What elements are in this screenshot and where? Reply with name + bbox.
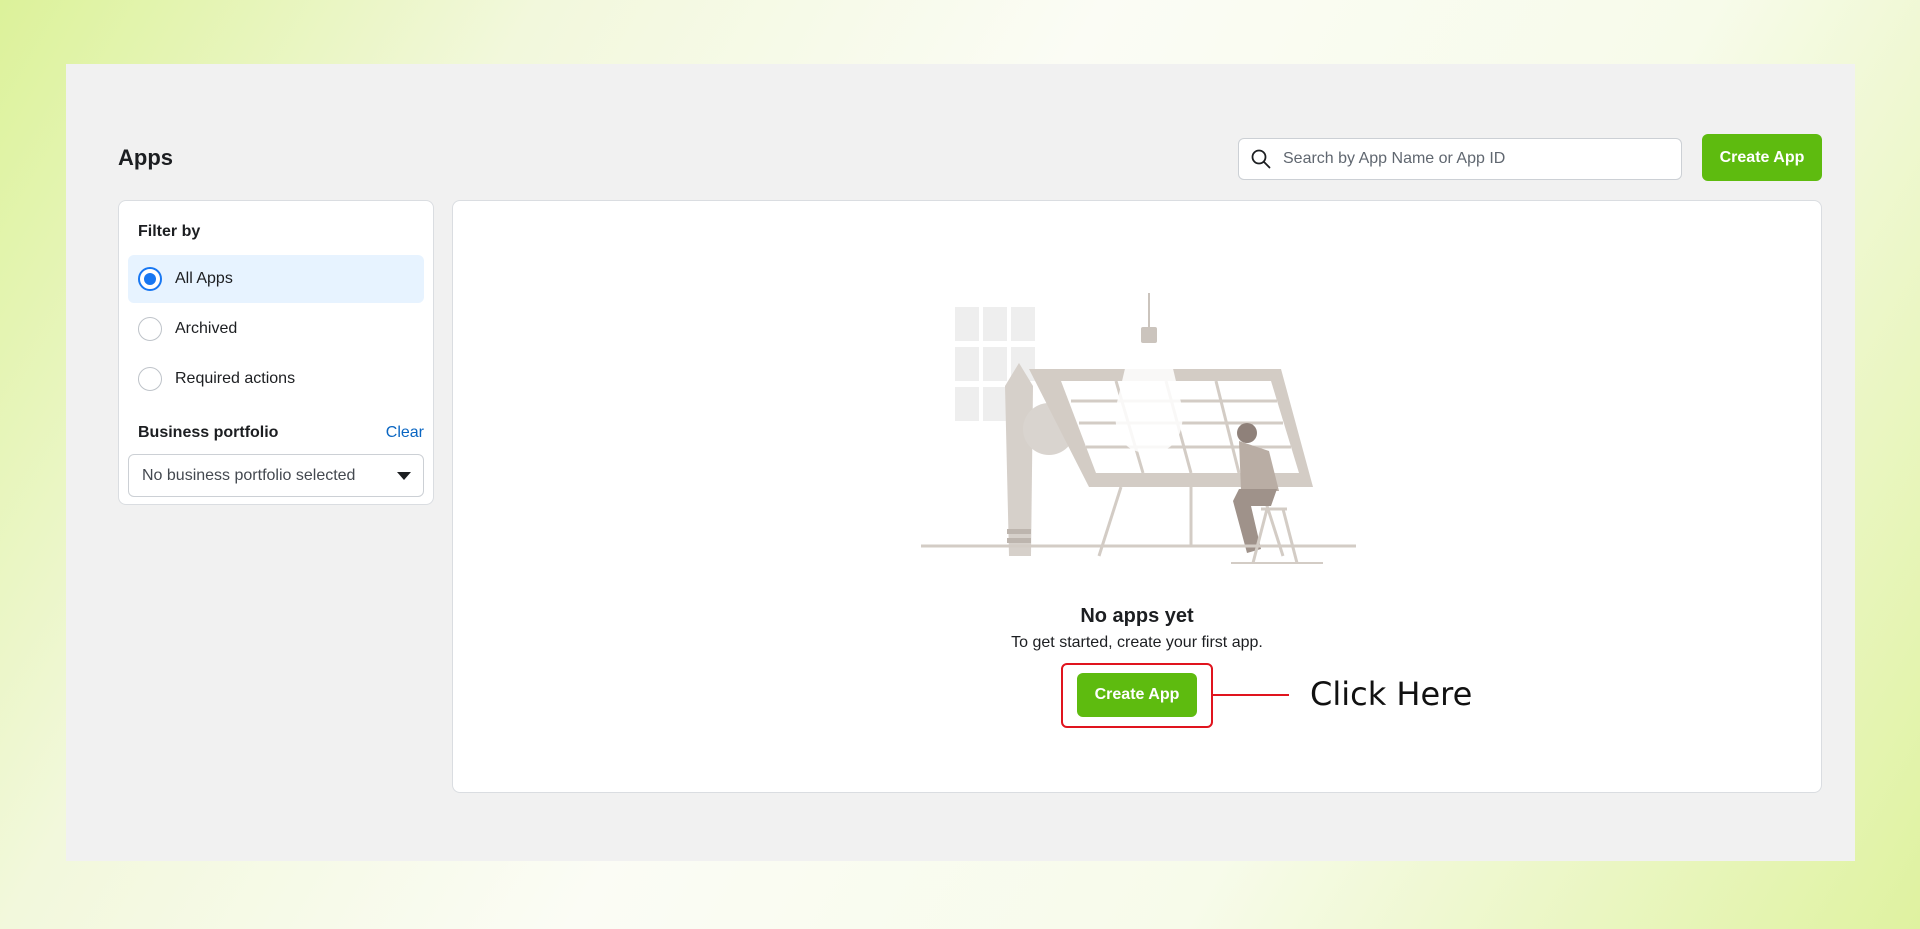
- radio-unchecked-icon[interactable]: [138, 367, 162, 391]
- annotation-label: Click Here: [1310, 675, 1473, 713]
- business-portfolio-title: Business portfolio: [138, 424, 279, 441]
- business-portfolio-selected-value: No business portfolio selected: [142, 466, 356, 484]
- person-drawing-lightbulb-illustration: [921, 293, 1356, 564]
- filter-panel: Filter by All Apps Archived Required act…: [118, 200, 434, 505]
- empty-state-title: No apps yet: [1080, 605, 1194, 627]
- page-title: Apps: [118, 145, 173, 170]
- filter-option-label: All Apps: [175, 270, 233, 287]
- search-input[interactable]: [1281, 149, 1665, 169]
- business-portfolio-select[interactable]: No business portfolio selected: [128, 454, 424, 497]
- create-app-button[interactable]: Create App: [1077, 673, 1197, 717]
- filter-title: Filter by: [138, 223, 201, 240]
- radio-checked-icon[interactable]: [138, 267, 162, 291]
- radio-unchecked-icon[interactable]: [138, 317, 162, 341]
- filter-option-required-actions[interactable]: Required actions: [128, 355, 424, 403]
- empty-state-subtitle: To get started, create your first app.: [1011, 634, 1263, 651]
- annotation-pointer-line: [1213, 694, 1289, 696]
- search-box[interactable]: [1238, 138, 1682, 180]
- search-icon: [1251, 149, 1271, 169]
- create-app-header-button[interactable]: Create App: [1702, 134, 1822, 181]
- filter-option-label: Archived: [175, 320, 238, 337]
- clear-link[interactable]: Clear: [386, 424, 424, 442]
- caret-down-icon: [397, 471, 411, 480]
- filter-option-archived[interactable]: Archived: [128, 305, 424, 353]
- filter-option-label: Required actions: [175, 370, 296, 387]
- filter-option-all-apps[interactable]: All Apps: [128, 255, 424, 303]
